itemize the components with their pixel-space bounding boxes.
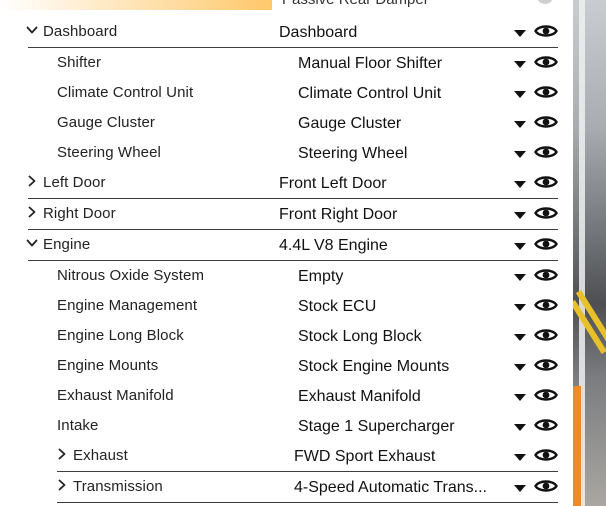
eye-icon[interactable]	[534, 478, 558, 494]
tree-group-row[interactable]: Right Door Front Right Door	[0, 199, 573, 229]
part-select-value[interactable]: Empty	[298, 268, 343, 286]
caret-down-icon[interactable]	[514, 181, 526, 188]
eye-icon[interactable]	[534, 144, 558, 160]
tree-child-row[interactable]: Exhaust Manifold Exhaust Manifold	[0, 381, 573, 411]
part-slot-label: Transmission	[73, 478, 163, 495]
part-select-value[interactable]: Manual Floor Shifter	[298, 55, 442, 73]
part-slot-label: Dashboard	[43, 23, 118, 40]
tree-child-row[interactable]: Engine Management Stock ECU	[0, 291, 573, 321]
eye-icon	[538, 0, 552, 4]
part-select-value[interactable]: Front Right Door	[279, 206, 397, 224]
row-separator	[28, 47, 558, 48]
caret-down-icon[interactable]	[514, 121, 526, 128]
row-separator	[28, 229, 558, 230]
part-select-value[interactable]: FWD Sport Exhaust	[294, 448, 435, 466]
partial-row-value: Passive Rear Damper	[282, 0, 429, 8]
part-slot-label: Steering Wheel	[57, 144, 161, 161]
caret-down-icon[interactable]	[514, 151, 526, 158]
part-slot-label: Climate Control Unit	[57, 84, 194, 101]
part-select-value[interactable]: Front Left Door	[279, 175, 387, 193]
caret-down-icon[interactable]	[514, 274, 526, 281]
eye-icon[interactable]	[534, 84, 558, 100]
caret-down-icon[interactable]	[514, 334, 526, 341]
part-slot-label: Left Door	[43, 174, 106, 191]
part-slot-label: Engine Management	[57, 297, 198, 314]
caret-down-icon[interactable]	[514, 61, 526, 68]
part-slot-label: Engine	[43, 236, 91, 253]
chevron-down-icon[interactable]	[25, 236, 39, 250]
eye-icon[interactable]	[534, 387, 558, 403]
chevron-right-icon[interactable]	[55, 447, 69, 461]
caret-down-icon[interactable]	[514, 91, 526, 98]
caret-down-icon[interactable]	[514, 30, 526, 37]
eye-icon[interactable]	[534, 417, 558, 433]
parts-tree-panel: Passive Rear Damper Dashboard Dashboard Sh…	[0, 0, 573, 506]
caret-down-icon[interactable]	[514, 364, 526, 371]
part-slot-label: Nitrous Oxide System	[57, 267, 205, 284]
tree-group-row[interactable]: Engine 4.4L V8 Engine	[0, 230, 573, 260]
tree-child-row[interactable]: Gauge Cluster Gauge Cluster	[0, 108, 573, 138]
tree-child-row[interactable]: Nitrous Oxide System Empty	[0, 261, 573, 291]
tree-group-row[interactable]: Left Door Front Left Door	[0, 168, 573, 198]
part-select-value[interactable]: Steering Wheel	[298, 145, 407, 163]
part-select-value[interactable]: 4.4L V8 Engine	[279, 237, 388, 255]
part-select-value[interactable]: Gauge Cluster	[298, 115, 401, 133]
part-select-value[interactable]: Exhaust Manifold	[298, 388, 421, 406]
part-slot-label: Right Door	[43, 205, 116, 222]
part-slot-label: Gauge Cluster	[57, 114, 156, 131]
row-separator	[57, 502, 558, 503]
eye-icon[interactable]	[534, 174, 558, 190]
highlight-strip	[0, 0, 272, 10]
caret-down-icon[interactable]	[514, 304, 526, 311]
row-separator	[57, 471, 558, 472]
chevron-right-icon[interactable]	[25, 174, 39, 188]
eye-icon[interactable]	[534, 23, 558, 39]
eye-icon[interactable]	[534, 447, 558, 463]
tree-child-row[interactable]: Exhaust FWD Sport Exhaust	[0, 441, 573, 471]
caret-down-icon[interactable]	[514, 243, 526, 250]
part-select-value[interactable]: Stage 1 Supercharger	[298, 418, 455, 436]
part-select-value[interactable]: Stock ECU	[298, 298, 376, 316]
eye-icon[interactable]	[534, 205, 558, 221]
caret-down-icon[interactable]	[514, 424, 526, 431]
eye-icon[interactable]	[534, 327, 558, 343]
game-viewport-edge	[573, 0, 606, 506]
caret-down-icon[interactable]	[514, 394, 526, 401]
eye-icon[interactable]	[534, 236, 558, 252]
part-slot-label: Shifter	[57, 54, 102, 71]
caret-down-icon[interactable]	[514, 212, 526, 219]
chevron-right-icon[interactable]	[55, 478, 69, 492]
accent-bar	[573, 386, 581, 506]
part-select-value[interactable]: Stock Long Block	[298, 328, 422, 346]
part-select-value[interactable]: 4-Speed Automatic Trans...	[294, 479, 487, 497]
eye-icon[interactable]	[534, 357, 558, 373]
tree-child-row[interactable]: Climate Control Unit Climate Control Unit	[0, 78, 573, 108]
eye-icon[interactable]	[534, 267, 558, 283]
tree-child-row[interactable]: Engine Mounts Stock Engine Mounts	[0, 351, 573, 381]
part-slot-label: Exhaust	[73, 447, 128, 464]
caret-down-icon[interactable]	[514, 485, 526, 492]
eye-icon[interactable]	[534, 54, 558, 70]
previous-row-partial: Passive Rear Damper	[0, 0, 573, 14]
tree-child-row[interactable]: Shifter Manual Floor Shifter	[0, 48, 573, 78]
eye-icon[interactable]	[534, 114, 558, 130]
row-separator	[28, 198, 558, 199]
part-slot-label: Engine Mounts	[57, 357, 159, 374]
part-slot-label: Exhaust Manifold	[57, 387, 174, 404]
chevron-down-icon[interactable]	[25, 23, 39, 37]
part-slot-label: Intake	[57, 417, 99, 434]
tree-child-row[interactable]: Engine Long Block Stock Long Block	[0, 321, 573, 351]
tree-child-row[interactable]: Transmission 4-Speed Automatic Trans...	[0, 472, 573, 502]
tree-child-row[interactable]: Steering Wheel Steering Wheel	[0, 138, 573, 168]
eye-icon[interactable]	[534, 297, 558, 313]
part-select-value[interactable]: Stock Engine Mounts	[298, 358, 449, 376]
part-select-value[interactable]: Climate Control Unit	[298, 85, 441, 103]
row-separator	[28, 260, 558, 261]
part-select-value[interactable]: Dashboard	[279, 24, 357, 42]
tree-child-row[interactable]: Intake Stage 1 Supercharger	[0, 411, 573, 441]
part-slot-label: Engine Long Block	[57, 327, 184, 344]
chevron-right-icon[interactable]	[25, 205, 39, 219]
tree-group-row[interactable]: Dashboard Dashboard	[0, 17, 573, 47]
caret-down-icon[interactable]	[514, 454, 526, 461]
